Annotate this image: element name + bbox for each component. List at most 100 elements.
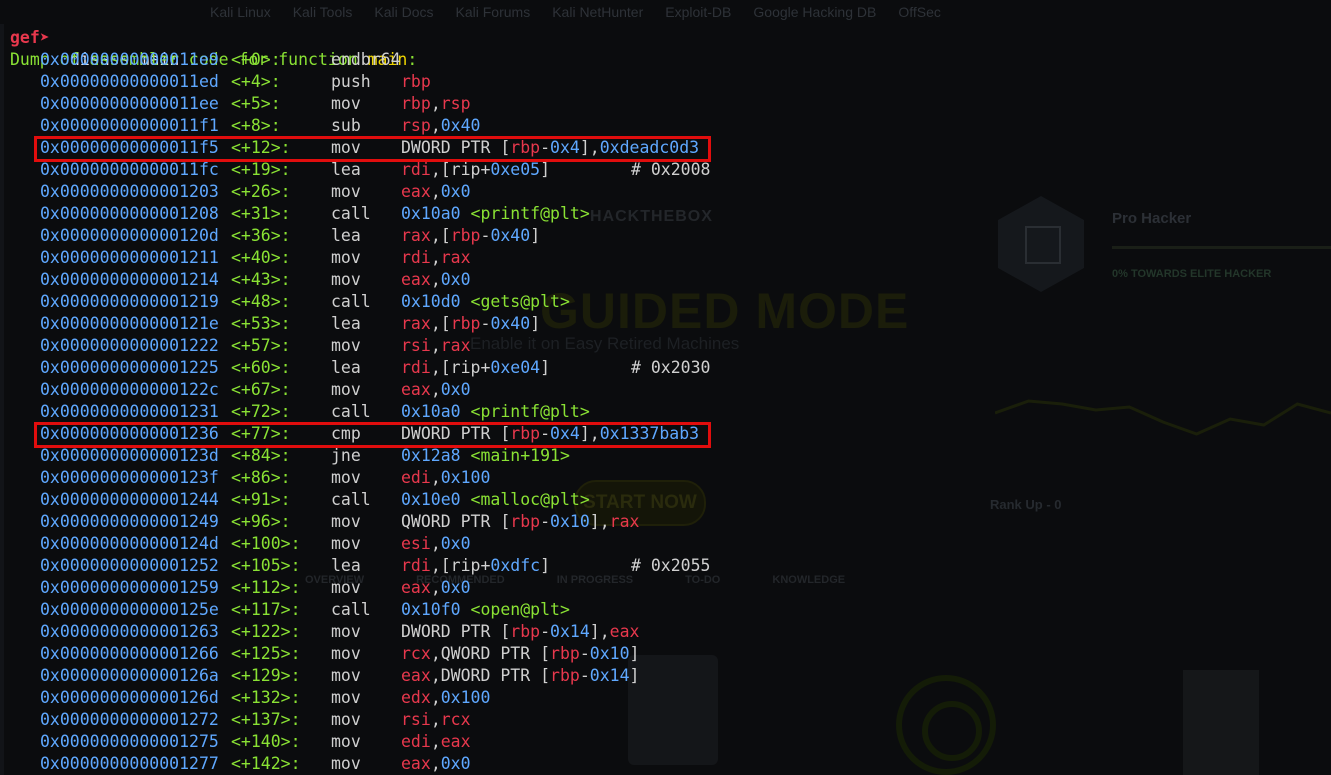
operand-reg: rsp: [401, 116, 431, 135]
instruction-operands: DWORD PTR [rbp-0x4],0xdeadc0d3: [401, 137, 699, 159]
instruction-mnemonic: call: [331, 292, 371, 311]
instruction-offset: <+26>:: [231, 182, 291, 201]
operand-plain: ,DWORD PTR [: [430, 666, 551, 685]
operand-num: 0xdeadc0d3: [599, 138, 700, 157]
operand-reg: rbp: [450, 314, 481, 333]
operand-plain: -: [540, 424, 551, 443]
instruction-operands: rdi,[rip+0xe04]: [401, 357, 550, 379]
operand-num: 0x12a8: [401, 446, 461, 465]
operand-plain: ],: [579, 138, 600, 157]
instruction-address: 0x000000000000122c: [40, 380, 219, 399]
instruction-address: 0x0000000000001236: [40, 424, 219, 443]
operand-plain: ,: [430, 578, 441, 597]
instruction-offset: <+129>:: [231, 666, 301, 685]
instruction-address: 0x0000000000001244: [40, 490, 219, 509]
instruction-address: 0x0000000000001266: [40, 644, 219, 663]
operand-plain: ,[: [430, 314, 451, 333]
instruction-offset: <+12>:: [231, 138, 291, 157]
instruction-offset: <+48>:: [231, 292, 291, 311]
operand-reg: rbp: [510, 138, 541, 157]
instruction-operands: rsp,0x40: [401, 115, 481, 137]
operand-plain: -: [480, 314, 491, 333]
instruction-mnemonic: endbr64: [331, 50, 401, 69]
instruction-offset: <+140>:: [231, 732, 301, 751]
instruction-mnemonic: mov: [331, 248, 361, 267]
operand-sym: <gets@plt>: [470, 292, 570, 311]
instruction-operands: eax,0x0: [401, 181, 471, 203]
instruction-operands: esi,0x0: [401, 533, 471, 555]
operand-reg: esi: [401, 534, 431, 553]
operand-reg: rbp: [510, 622, 541, 641]
instruction-operands: 0x10a0 <printf@plt>: [401, 401, 590, 423]
operand-plain: -: [579, 644, 590, 663]
instruction-offset: <+122>:: [231, 622, 301, 641]
instruction-offset: <+19>:: [231, 160, 291, 179]
operand-reg: eax: [401, 754, 431, 773]
instruction-operands: eax,DWORD PTR [rbp-0x14]: [401, 665, 639, 687]
instruction-operands: edi,0x100: [401, 467, 490, 489]
operand-plain: [461, 292, 471, 311]
instruction-offset: <+96>:: [231, 512, 291, 531]
operand-plain: ]: [530, 314, 541, 333]
operand-reg: rdi: [401, 160, 431, 179]
operand-plain: ],: [579, 424, 600, 443]
instruction-address: 0x0000000000001203: [40, 182, 219, 201]
operand-plain: ,[rip+: [430, 160, 491, 179]
instruction-offset: <+132>:: [231, 688, 301, 707]
instruction-operands: rdi,rax: [401, 247, 471, 269]
instruction-comment: # 0x2055: [631, 556, 711, 575]
instruction-offset: <+0>:: [231, 50, 281, 69]
operand-plain: ]: [540, 556, 551, 575]
instruction-operands: DWORD PTR [rbp-0x14],eax: [401, 621, 639, 643]
operand-num: 0xe04: [490, 358, 541, 377]
operand-num: 0x10: [589, 644, 630, 663]
instruction-operands: eax,0x0: [401, 577, 471, 599]
instruction-address: 0x0000000000001222: [40, 336, 219, 355]
instruction-mnemonic: jne: [331, 446, 361, 465]
instruction-mnemonic: mov: [331, 578, 361, 597]
operand-plain: ,: [430, 710, 441, 729]
instruction-mnemonic: mov: [331, 732, 361, 751]
operand-num: 0x10: [550, 512, 590, 531]
instruction-mnemonic: mov: [331, 688, 361, 707]
operand-plain: ]: [629, 644, 640, 663]
operand-num: 0x40: [490, 226, 531, 245]
instruction-address: 0x000000000000124d: [40, 534, 219, 553]
instruction-operands: rsi,rcx: [401, 709, 471, 731]
instruction-operands: 0x10a0 <printf@plt>: [401, 203, 590, 225]
operand-reg: eax: [401, 666, 431, 685]
operand-plain: ]: [540, 358, 551, 377]
instruction-operands: rbp,rsp: [401, 93, 471, 115]
operand-num: 0x0: [440, 270, 471, 289]
instruction-offset: <+8>:: [231, 116, 281, 135]
instruction-mnemonic: mov: [331, 336, 361, 355]
instruction-mnemonic: lea: [331, 314, 361, 333]
operand-plain: ,: [430, 116, 441, 135]
instruction-address: 0x000000000000125e: [40, 600, 219, 619]
operand-reg: rbp: [401, 72, 431, 91]
operand-reg: eax: [401, 380, 431, 399]
instruction-operands: rax,[rbp-0x40]: [401, 225, 540, 247]
operand-num: 0x40: [440, 116, 481, 135]
instruction-mnemonic: mov: [331, 182, 361, 201]
instruction-offset: <+53>:: [231, 314, 291, 333]
instruction-mnemonic: mov: [331, 754, 361, 773]
operand-reg: rax: [609, 512, 640, 531]
terminal-window[interactable]: gef➤ disass main Dump of assembler code …: [0, 0, 1331, 775]
instruction-address: 0x0000000000001219: [40, 292, 219, 311]
operand-plain: DWORD PTR [: [401, 622, 511, 641]
instruction-mnemonic: mov: [331, 138, 361, 157]
instruction-address: 0x000000000000123f: [40, 468, 219, 487]
instruction-mnemonic: mov: [331, 468, 361, 487]
operand-plain: ,: [430, 248, 441, 267]
operand-reg: rcx: [401, 644, 431, 663]
operand-plain: -: [480, 226, 491, 245]
operand-reg: rdi: [401, 248, 431, 267]
instruction-mnemonic: call: [331, 204, 371, 223]
instruction-address: 0x0000000000001272: [40, 710, 219, 729]
operand-reg: rax: [440, 248, 471, 267]
instruction-offset: <+4>:: [231, 72, 281, 91]
instruction-address: 0x0000000000001259: [40, 578, 219, 597]
operand-plain: DWORD PTR [: [401, 424, 511, 443]
operand-reg: eax: [440, 732, 471, 751]
